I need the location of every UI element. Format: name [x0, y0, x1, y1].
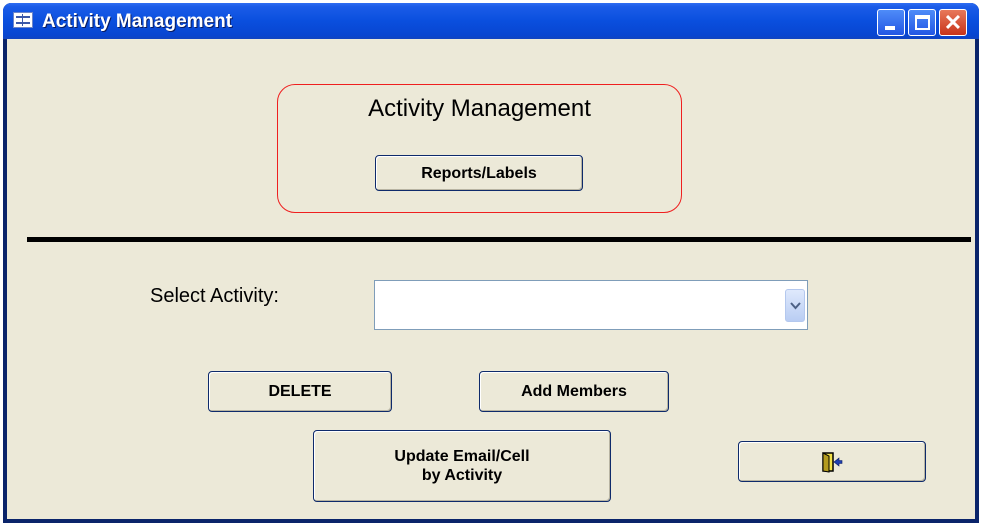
minimize-icon	[885, 26, 895, 30]
add-members-button[interactable]: Add Members	[479, 371, 669, 412]
title-bar[interactable]: Activity Management ✕	[3, 3, 979, 39]
maximize-button[interactable]	[908, 9, 936, 36]
dropdown-button[interactable]	[785, 289, 805, 322]
chevron-down-icon	[790, 302, 801, 310]
delete-button[interactable]: DELETE	[208, 371, 392, 412]
maximize-icon	[915, 15, 930, 30]
update-email-line2: by Activity	[421, 467, 503, 484]
reports-labels-button[interactable]: Reports/Labels	[375, 155, 583, 191]
select-activity-combobox[interactable]	[374, 280, 808, 330]
update-email-line1: Update Email/Cell	[394, 448, 530, 465]
close-button[interactable]: ✕	[939, 9, 967, 36]
app-window: Activity Management ✕ Activity Managemen…	[3, 3, 979, 523]
close-icon: ✕	[943, 10, 963, 35]
form-body: Activity Management Reports/Labels Selec…	[7, 39, 975, 519]
section-divider	[27, 237, 971, 242]
exit-button[interactable]	[738, 441, 926, 482]
header-section: Activity Management Reports/Labels	[277, 84, 682, 213]
select-activity-label: Select Activity:	[150, 285, 279, 307]
form-icon[interactable]	[13, 12, 33, 28]
page-title: Activity Management	[368, 95, 591, 122]
update-email-cell-button[interactable]: Update Email/Cell by Activity	[313, 430, 611, 502]
minimize-button[interactable]	[877, 9, 905, 36]
exit-door-icon	[822, 451, 843, 473]
window-title: Activity Management	[42, 11, 233, 32]
